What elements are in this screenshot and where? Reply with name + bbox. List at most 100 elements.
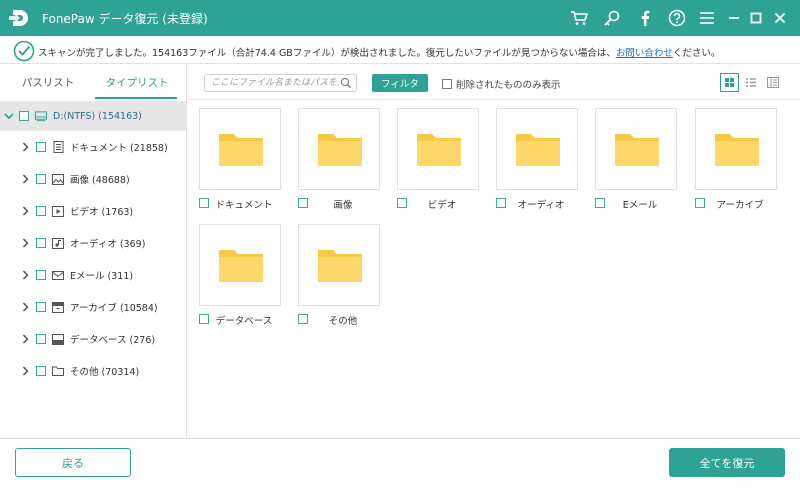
tree-item-checkbox[interactable]	[36, 238, 46, 248]
filter-button[interactable]: フィルタ	[372, 74, 428, 92]
folder-icon	[219, 134, 263, 166]
chevron-right-icon[interactable]	[20, 174, 30, 184]
tree-item-archive[interactable]: アーカイブ (10584)	[0, 295, 186, 319]
show-deleted-checkbox[interactable]	[442, 79, 452, 89]
folder-frame[interactable]	[298, 108, 380, 190]
tree-item-audio[interactable]: オーディオ (369)	[0, 231, 186, 255]
chevron-right-icon[interactable]	[20, 142, 30, 152]
folder-icon	[516, 134, 560, 166]
help-icon[interactable]	[667, 8, 687, 28]
folder-icon	[615, 134, 659, 166]
tree-item-label: Eメール (311)	[70, 271, 134, 282]
tree-item-checkbox[interactable]	[36, 366, 46, 376]
status-message-suffix: ください。	[672, 48, 721, 59]
tree-item-checkbox[interactable]	[36, 270, 46, 280]
tree-item-document[interactable]: ドキュメント (21858)	[0, 135, 186, 159]
tree-item-database[interactable]: データベース (276)	[0, 327, 186, 351]
drive-row[interactable]: D:(NTFS) (154163)	[0, 101, 186, 131]
drive-icon	[35, 110, 47, 122]
tree-item-checkbox[interactable]	[36, 142, 46, 152]
tree-item-video[interactable]: ビデオ (1763)	[0, 199, 186, 223]
folder-label: ドキュメント	[215, 200, 273, 211]
chevron-right-icon[interactable]	[20, 270, 30, 280]
grid-view-icon	[725, 78, 734, 87]
folder-checkbox[interactable]	[397, 198, 407, 208]
search-icon[interactable]	[340, 77, 352, 89]
folder-frame[interactable]	[695, 108, 777, 190]
tab-type-list[interactable]: タイプリスト	[93, 64, 181, 100]
folder-frame[interactable]	[298, 224, 380, 306]
tree-item-checkbox[interactable]	[36, 302, 46, 312]
folder-label: 画像	[333, 200, 353, 211]
folder-checkbox[interactable]	[595, 198, 605, 208]
folder-checkbox[interactable]	[199, 198, 209, 208]
drive-checkbox[interactable]	[19, 111, 29, 121]
folder-label: オーディオ	[517, 200, 565, 211]
list-view-button[interactable]	[741, 73, 760, 92]
chevron-right-icon[interactable]	[20, 334, 30, 344]
tab-path-list[interactable]: パスリスト	[4, 64, 92, 100]
folder-frame[interactable]	[199, 224, 281, 306]
title-bar: FonePaw データ復元 (未登録)	[0, 0, 800, 36]
folder-checkbox[interactable]	[298, 314, 308, 324]
tree-item-label: その他 (70314)	[70, 367, 140, 378]
chevron-right-icon[interactable]	[20, 366, 30, 376]
key-icon[interactable]	[602, 8, 622, 28]
tree-item-checkbox[interactable]	[36, 174, 46, 184]
tree-item-label: オーディオ (369)	[70, 239, 146, 250]
archive-icon	[52, 301, 64, 313]
chevron-right-icon[interactable]	[20, 238, 30, 248]
folder-label: データベース	[215, 316, 273, 327]
folder-label: その他	[328, 316, 358, 327]
folder-frame[interactable]	[199, 108, 281, 190]
folder-label: Eメール	[622, 200, 658, 211]
fonepaw-logo-icon	[9, 10, 28, 26]
tree-item-checkbox[interactable]	[36, 334, 46, 344]
chevron-right-icon[interactable]	[20, 206, 30, 216]
folder-frame[interactable]	[496, 108, 578, 190]
close-icon[interactable]	[770, 8, 790, 28]
chevron-down-icon[interactable]	[4, 111, 14, 121]
contact-link[interactable]: お問い合わせ	[616, 48, 673, 59]
search-box	[204, 74, 357, 92]
tree-item-label: 画像 (48688)	[70, 175, 130, 186]
folder-frame[interactable]	[595, 108, 677, 190]
folder-checkbox[interactable]	[496, 198, 506, 208]
image-icon	[52, 173, 64, 185]
database-icon	[52, 333, 64, 345]
maximize-icon[interactable]	[746, 8, 766, 28]
folder-checkbox[interactable]	[199, 314, 209, 324]
show-deleted-label: 削除されたもののみ表示	[456, 80, 561, 91]
folder-icon	[715, 134, 759, 166]
detail-view-button[interactable]	[763, 73, 782, 92]
search-input[interactable]	[211, 76, 339, 90]
status-message-text: スキャンが完了しました。154163ファイル（合計74.4 GBファイル）が検出…	[38, 48, 616, 59]
toolbar: フィルタ 削除されたもののみ表示	[188, 64, 800, 100]
video-icon	[52, 205, 64, 217]
menu-icon[interactable]	[697, 8, 717, 28]
folder-checkbox[interactable]	[695, 198, 705, 208]
folder-frame[interactable]	[397, 108, 479, 190]
tree-item-other[interactable]: その他 (70314)	[0, 359, 186, 383]
folder-icon	[219, 250, 263, 282]
tree-item-email[interactable]: Eメール (311)	[0, 263, 186, 287]
tree-item-label: ドキュメント (21858)	[70, 143, 168, 154]
facebook-icon[interactable]	[635, 8, 655, 28]
recover-all-button[interactable]: 全てを復元	[669, 448, 785, 477]
list-view-icon	[745, 78, 756, 87]
sidebar-tabs: パスリスト タイプリスト	[0, 64, 187, 100]
chevron-right-icon[interactable]	[20, 302, 30, 312]
show-deleted-toggle[interactable]: 削除されたもののみ表示	[442, 77, 561, 91]
drive-label: D:(NTFS) (154163)	[53, 110, 142, 122]
back-button[interactable]: 戻る	[15, 448, 131, 477]
cart-icon[interactable]	[569, 8, 589, 28]
app-title: FonePaw データ復元 (未登録)	[42, 12, 208, 26]
tree-item-label: アーカイブ (10584)	[70, 303, 158, 314]
tree-item-image[interactable]: 画像 (48688)	[0, 167, 186, 191]
folder-checkbox[interactable]	[298, 198, 308, 208]
tree-item-label: ビデオ (1763)	[70, 207, 134, 218]
tree-item-checkbox[interactable]	[36, 206, 46, 216]
minimize-icon[interactable]	[724, 8, 744, 28]
sidebar: パスリスト タイプリスト D:(NTFS) (154163) ドキュメント (2…	[0, 64, 187, 438]
grid-view-button[interactable]	[720, 73, 739, 92]
